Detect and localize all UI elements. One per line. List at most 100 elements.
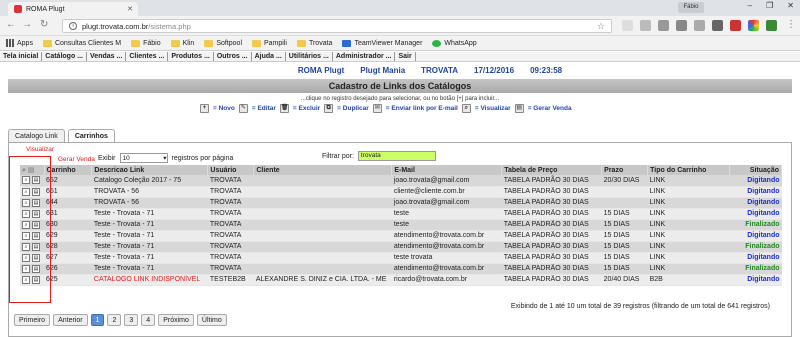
close-tab-icon[interactable]: ✕ (127, 5, 133, 13)
reload-icon[interactable]: ↻ (40, 19, 48, 30)
tab-carrinhos[interactable]: Carrinhos (67, 129, 115, 142)
table-row[interactable]: ⌕ ▤ 630 Teste - Trovata - 71 TROVATA teste TAB… (20, 219, 782, 231)
bookmark-item[interactable]: Consultas Clientes M (42, 39, 121, 47)
cell-descricao: Teste - Trovata - 71 (91, 230, 208, 242)
folder-icon (42, 39, 52, 47)
cell-prazo: 15 DIAS (601, 219, 648, 231)
close-window-icon[interactable]: ✕ (787, 1, 794, 10)
menu-item[interactable]: Sair (395, 52, 416, 61)
extension-icon[interactable] (676, 20, 687, 31)
header-situacao[interactable]: Situação (729, 165, 782, 175)
menu-item[interactable]: Tela inicial (0, 52, 43, 61)
cell-prazo: 15 DIAS (601, 241, 648, 253)
tab-catalogo-link[interactable]: Catalogo Link (8, 129, 65, 142)
menu-item[interactable]: Administrador ... (333, 52, 396, 61)
cell-carrinho: 627 (44, 252, 92, 264)
bookmark-item[interactable]: Fábio (131, 39, 161, 47)
cell-prazo: 15 DIAS (601, 230, 648, 242)
bookmark-item[interactable]: WhatsApp (432, 39, 477, 47)
page-size-select[interactable]: 10 ▾ (119, 153, 168, 163)
bookmark-item[interactable]: Softpool (204, 39, 242, 47)
bookmark-item[interactable]: TeamViewer Manager (342, 39, 422, 47)
cell-prazo (601, 197, 648, 209)
menu-item[interactable]: Vendas ... (87, 52, 127, 61)
extension-icon[interactable] (622, 20, 633, 31)
header-usuario[interactable]: Usuário (207, 165, 255, 175)
cell-prazo: 15 DIAS (601, 252, 648, 264)
menu-item[interactable]: Produtos ... (168, 52, 214, 61)
forward-icon[interactable]: → (22, 19, 32, 30)
menu-item[interactable]: Outros ... (214, 52, 252, 61)
address-bar[interactable]: i plugt.trovata.com.br/sistema.php ☆ (62, 19, 612, 33)
table-row[interactable]: ⌕ ▤ 631 Teste - Trovata - 71 TROVATA teste TAB… (20, 208, 782, 220)
whatsapp-icon (432, 39, 442, 47)
pager-page-2[interactable]: 2 (107, 314, 122, 326)
back-icon[interactable]: ← (6, 19, 16, 30)
sale-icon[interactable]: ▤ (514, 104, 524, 113)
cell-tipo: LINK (647, 208, 730, 220)
cell-situacao: Finalizado (729, 241, 782, 253)
menu-item[interactable]: Ajuda ... (252, 52, 286, 61)
delete-icon[interactable]: 🗑 (279, 104, 289, 113)
edit-icon[interactable]: ✎ (238, 104, 248, 113)
table-row[interactable]: ⌕ ▤ 652 Catalogo Coleção 2017 - 75 TROVATA jo… (20, 175, 782, 187)
email-icon[interactable]: ✉ (372, 104, 382, 113)
table-row[interactable]: ⌕ ▤ 625 CATALOGO LINK INDISPONÍVEL TESTEB2B A… (20, 274, 782, 286)
menu-item[interactable]: Clientes ... (126, 52, 169, 61)
profile-button[interactable]: Fábio (678, 2, 704, 13)
browser-tab[interactable]: ROMA Plugt ✕ (8, 2, 138, 16)
cell-situacao: Digitando (729, 230, 782, 242)
header-prazo[interactable]: Prazo (601, 165, 649, 175)
table-row[interactable]: ⌕ ▤ 627 Teste - Trovata - 71 TROVATA teste tr… (20, 252, 782, 264)
maximize-icon[interactable]: ❐ (766, 1, 773, 10)
cell-email: ricardo@trovata.com.br (391, 274, 502, 286)
table-row[interactable]: ⌕ ▤ 628 Teste - Trovata - 71 TROVATA atendime… (20, 241, 782, 253)
header-tabela-preco[interactable]: Tabela de Preço (501, 165, 603, 175)
minimize-icon[interactable]: – (748, 1, 752, 10)
extension-icon[interactable] (730, 20, 741, 31)
cell-descricao: Teste - Trovata - 71 (91, 219, 208, 231)
view-icon[interactable]: ⌕ (461, 104, 471, 113)
cell-situacao: Digitando (729, 175, 782, 187)
extension-icon[interactable] (766, 20, 777, 31)
cell-prazo: 15 DIAS (601, 208, 648, 220)
browser-menu-icon[interactable]: ⋮ (786, 19, 796, 30)
site-info-icon[interactable]: i (69, 22, 77, 30)
extension-icon[interactable] (640, 20, 651, 31)
table-row[interactable]: ⌕ ▤ 626 Teste - Trovata - 71 TROVATA atendime… (20, 263, 782, 275)
table-row[interactable]: ⌕ ▤ 651 TROVATA - 56 TROVATA cliente@cliente.… (20, 186, 782, 198)
pager-page-1[interactable]: 1 (90, 314, 105, 326)
pager-last[interactable]: Último (196, 314, 227, 326)
bookmark-apps[interactable]: Apps (6, 39, 33, 47)
pager-page-3[interactable]: 3 (124, 314, 139, 326)
add-icon[interactable]: + (200, 104, 209, 113)
extension-icon[interactable] (748, 20, 759, 31)
header-tipo[interactable]: Tipo do Carrinho (647, 165, 730, 175)
extension-icon[interactable] (658, 20, 669, 31)
bookmark-item[interactable]: Pampili (252, 39, 287, 47)
header-descricao[interactable]: Descricao Link (91, 165, 209, 175)
cell-tabela-preco: TABELA PADRÃO 30 DIAS (501, 230, 602, 242)
header-carrinho[interactable]: Carrinho (44, 165, 93, 175)
cell-prazo: 20/40 DIAS (601, 274, 648, 286)
pager-page-4[interactable]: 4 (141, 314, 156, 326)
pager-next[interactable]: Próximo (158, 314, 194, 326)
pager-previous[interactable]: Anterior (53, 314, 88, 326)
menu-item[interactable]: Utilitários ... (286, 52, 333, 61)
table-row[interactable]: ⌕ ▤ 644 TROVATA - 56 TROVATA joao.trovata@gma… (20, 197, 782, 209)
annotation-highlight-box (9, 156, 51, 303)
bookmark-item[interactable]: Klin (170, 39, 194, 47)
menu-item[interactable]: Catálogo ... (42, 52, 88, 61)
brand-plugt-mania: Plugt Mania (360, 66, 406, 75)
bookmark-item[interactable]: Trovata (296, 39, 332, 47)
header-email[interactable]: E-Mail (391, 165, 503, 175)
table-row[interactable]: ⌕ ▤ 629 Teste - Trovata - 71 TROVATA atendime… (20, 230, 782, 242)
header-cliente[interactable]: Cliente (253, 165, 393, 175)
duplicate-icon[interactable]: ⧉ (324, 104, 334, 113)
extension-icon[interactable] (712, 20, 723, 31)
filter-input[interactable]: trovata (357, 151, 436, 161)
cell-descricao: Teste - Trovata - 71 (91, 208, 208, 220)
pager-first[interactable]: Primeiro (14, 314, 51, 326)
extension-icon[interactable] (694, 20, 705, 31)
bookmark-star-icon[interactable]: ☆ (597, 21, 605, 32)
